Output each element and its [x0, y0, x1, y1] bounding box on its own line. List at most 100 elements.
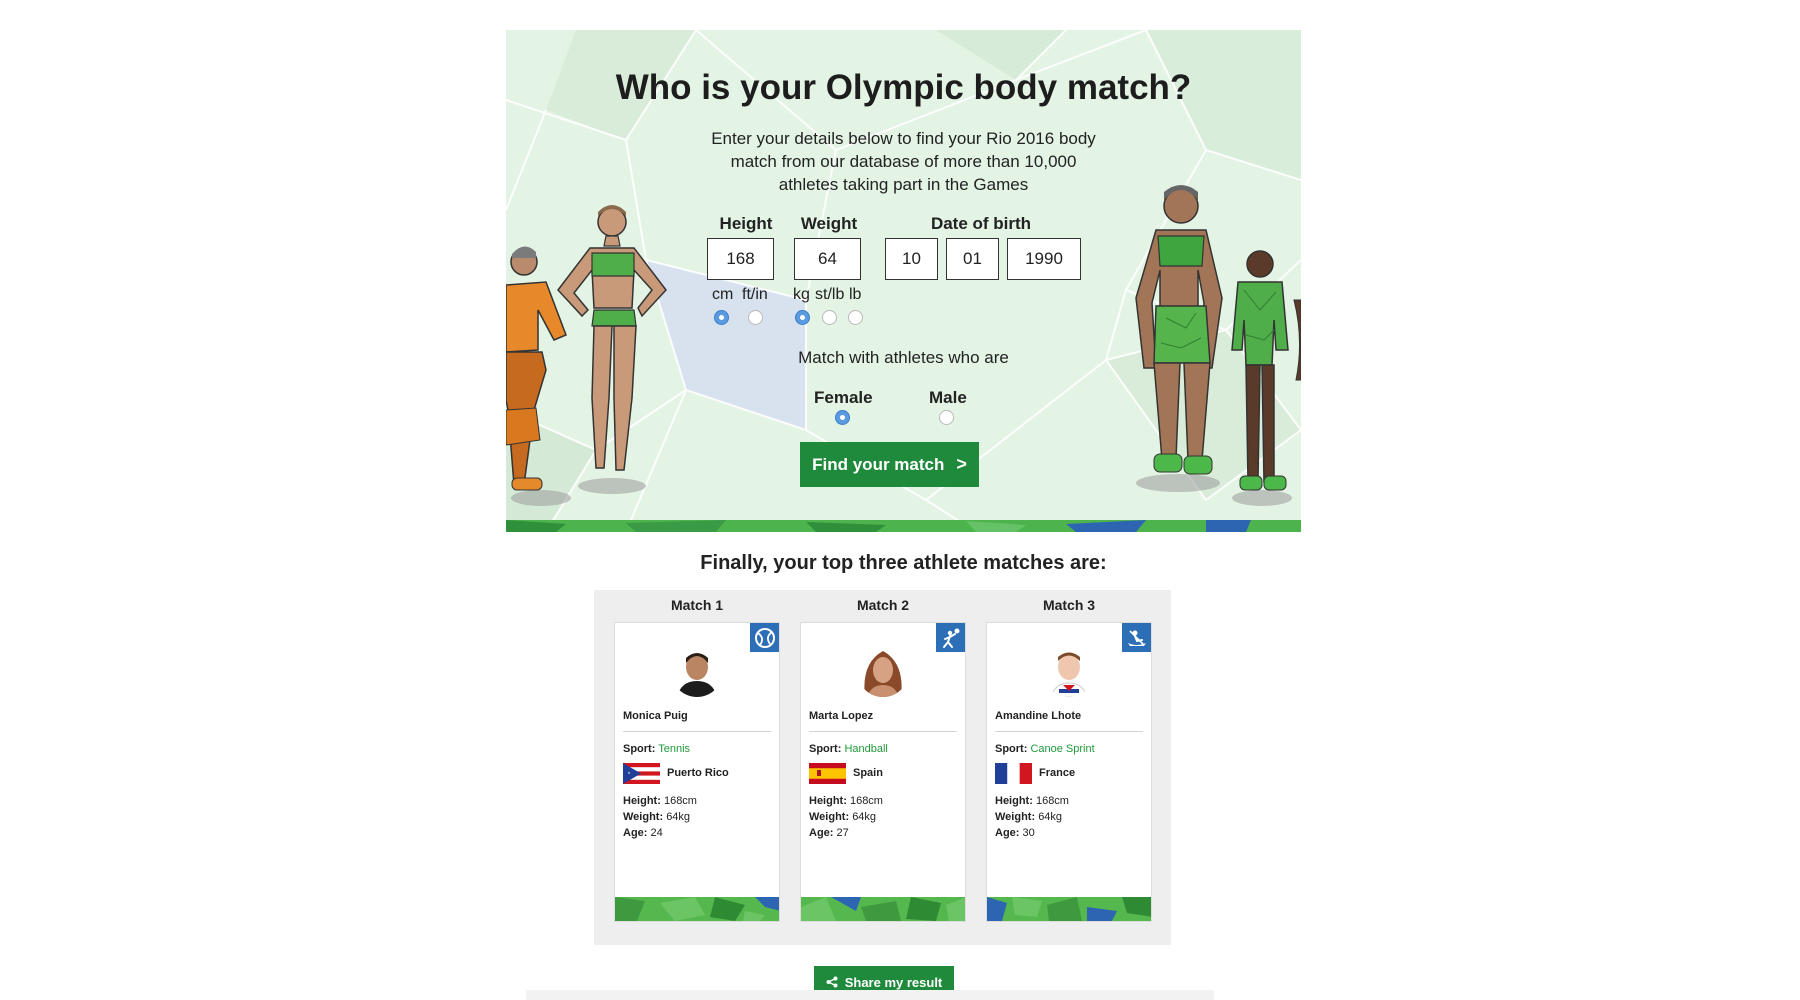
- results-title: Finally, your top three athlete matches …: [700, 552, 1107, 574]
- height-stat-label: Height:: [809, 795, 847, 807]
- athlete-avatar: [671, 645, 723, 697]
- canoe-sprint-icon: [1122, 623, 1151, 652]
- athlete-avatar: [857, 645, 909, 697]
- sport-name[interactable]: Canoe Sprint: [1030, 743, 1094, 755]
- athlete-illustration-right-2: [1231, 250, 1301, 506]
- age-stat: Age: 30: [995, 827, 1035, 839]
- age-stat: Age: 27: [809, 827, 849, 839]
- tennis-icon: [750, 623, 779, 652]
- puerto-rico-flag: [623, 763, 660, 784]
- height-label: Height: [719, 214, 773, 233]
- height-stat-label: Height:: [623, 795, 661, 807]
- age-stat-label: Age:: [809, 827, 834, 839]
- height-stat: Height: 168cm: [623, 795, 697, 807]
- results-panel: Match 1 Monica Puig Sport: Tennis Puerto…: [594, 590, 1171, 945]
- unit-label-ft-in: ft/in: [742, 286, 768, 303]
- chevron-right-icon: >: [956, 454, 967, 474]
- france-flag: [995, 763, 1032, 784]
- match-with-label: Match with athletes who are: [798, 348, 1009, 367]
- share-button-label: Share my result: [844, 974, 943, 990]
- age-stat-label: Age:: [995, 827, 1020, 839]
- intro-line: match from our database of more than 10,…: [730, 152, 1077, 171]
- handball-icon: [936, 623, 965, 652]
- weight-label: Weight: [800, 214, 858, 233]
- bottom-divider-bar: [526, 990, 1214, 1000]
- age-stat-label: Age:: [623, 827, 648, 839]
- weight-value: 64kg: [666, 811, 691, 823]
- height-stat: Height: 168cm: [809, 795, 883, 807]
- radio-st-lb[interactable]: [822, 310, 837, 325]
- divider: [995, 731, 1143, 732]
- radio-lb[interactable]: [848, 310, 863, 325]
- athlete-name: Monica Puig: [623, 710, 688, 722]
- dob-day-input[interactable]: 10: [885, 238, 938, 280]
- weight-stat: Weight: 64kg: [623, 811, 690, 823]
- athlete-card[interactable]: Marta Lopez Sport: Handball Spain Height…: [800, 622, 966, 922]
- weight-input[interactable]: 64: [794, 238, 861, 280]
- age-value: 24: [650, 827, 663, 839]
- unit-label-st-lb: st/lb: [815, 286, 845, 303]
- find-your-match-button[interactable]: Find your match >: [800, 442, 979, 487]
- sport-line: Sport: Handball: [809, 743, 888, 755]
- intro-line: athletes taking part in the Games: [778, 175, 1029, 194]
- weight-stat-label: Weight:: [995, 811, 1036, 823]
- sport-name[interactable]: Handball: [844, 743, 887, 755]
- card-footer-pattern: [801, 897, 965, 921]
- radio-kg[interactable]: [795, 310, 810, 325]
- dob-year-input[interactable]: 1990: [1007, 238, 1081, 280]
- divider: [623, 731, 771, 732]
- sport-label: Sport:: [809, 743, 842, 755]
- age-stat: Age: 24: [623, 827, 663, 839]
- height-input[interactable]: 168: [707, 238, 774, 280]
- height-stat: Height: 168cm: [995, 795, 1069, 807]
- height-value: 168cm: [663, 795, 697, 807]
- sport-label: Sport:: [995, 743, 1028, 755]
- intro-text: Enter your details below to find your Ri…: [506, 127, 1301, 196]
- spain-flag: [809, 763, 846, 784]
- share-icon: [826, 976, 838, 988]
- radio-cm[interactable]: [714, 310, 729, 325]
- page-title: Who is your Olympic body match?: [615, 68, 1192, 107]
- age-value: 30: [1022, 827, 1035, 839]
- athlete-illustration-right-1: [1135, 185, 1223, 492]
- country-name: Spain: [853, 767, 883, 779]
- sport-line: Sport: Tennis: [623, 743, 690, 755]
- athlete-name: Amandine Lhote: [995, 710, 1082, 722]
- unit-label-cm: cm: [712, 286, 734, 303]
- athlete-avatar: [1043, 645, 1095, 697]
- sport-name[interactable]: Tennis: [658, 743, 690, 755]
- height-value: 168cm: [849, 795, 883, 807]
- athlete-name: Marta Lopez: [809, 710, 874, 722]
- weight-stat-label: Weight:: [809, 811, 850, 823]
- weight-value: 64kg: [1038, 811, 1063, 823]
- height-stat-label: Height:: [995, 795, 1033, 807]
- sport-label: Sport:: [623, 743, 656, 755]
- radio-ft-in[interactable]: [748, 310, 763, 325]
- athlete-card[interactable]: Monica Puig Sport: Tennis Puerto Rico He…: [614, 622, 780, 922]
- height-value: 168cm: [1035, 795, 1069, 807]
- weight-value: 64kg: [852, 811, 877, 823]
- weight-stat-label: Weight:: [623, 811, 664, 823]
- country-name: Puerto Rico: [667, 767, 729, 779]
- unit-label-lb: lb: [849, 286, 862, 303]
- hero-section: Who is your Olympic body match? Enter yo…: [506, 30, 1301, 532]
- sport-line: Sport: Canoe Sprint: [995, 743, 1095, 755]
- country-name: France: [1039, 767, 1076, 779]
- age-value: 27: [836, 827, 849, 839]
- match-label: Match 1: [670, 597, 724, 613]
- dob-label: Date of birth: [930, 214, 1032, 233]
- intro-line: Enter your details below to find your Ri…: [711, 129, 1096, 148]
- unit-label-kg: kg: [793, 286, 810, 303]
- radio-male[interactable]: [939, 410, 954, 425]
- match-label: Match 2: [856, 597, 910, 613]
- gender-label-female: Female: [814, 388, 873, 407]
- gender-label-male: Male: [929, 388, 967, 407]
- card-footer-pattern: [615, 897, 779, 921]
- radio-female[interactable]: [835, 410, 850, 425]
- match-label: Match 3: [1042, 597, 1096, 613]
- athlete-card[interactable]: Amandine Lhote Sport: Canoe Sprint Franc…: [986, 622, 1152, 922]
- dob-month-input[interactable]: 01: [946, 238, 999, 280]
- find-button-label: Find your match: [812, 454, 945, 474]
- weight-stat: Weight: 64kg: [809, 811, 876, 823]
- weight-stat: Weight: 64kg: [995, 811, 1062, 823]
